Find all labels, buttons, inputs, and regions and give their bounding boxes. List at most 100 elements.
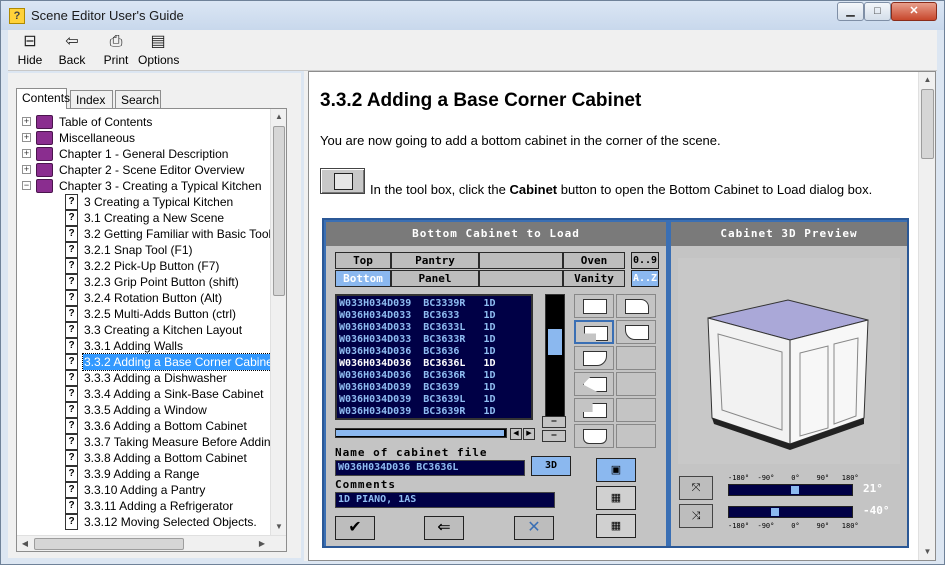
collapse-minus-icon[interactable]: −	[22, 181, 31, 190]
minimize-button[interactable]: ▁	[837, 2, 864, 21]
hide-button[interactable]: ⊟ Hide	[16, 33, 44, 67]
back-button[interactable]: ⇦ Back	[57, 33, 87, 67]
tree-item-label: 3.3.1 Adding Walls	[84, 339, 183, 353]
content-scroll-thumb[interactable]	[921, 89, 934, 159]
expand-plus-icon[interactable]: +	[22, 133, 31, 142]
scroll-up-arrow-icon[interactable]: ▲	[271, 109, 287, 125]
cabinet-list-row: W036H034D039 BC3639L 1D	[339, 394, 496, 405]
maximize-button[interactable]: □	[864, 2, 891, 21]
single-view-icon: ▣	[596, 458, 636, 482]
comments-label: Comments	[335, 478, 396, 491]
scroll-right-arrow-icon[interactable]: ▶	[254, 536, 270, 552]
tree-scroll-thumb[interactable]	[273, 126, 285, 296]
cabinet-list-row: W036H034D036 BC3636L 1D	[339, 358, 496, 369]
help-page-icon: ?	[65, 258, 78, 274]
category-vanity: Vanity	[563, 270, 625, 287]
book-icon	[36, 115, 53, 129]
tab-search[interactable]: Search	[115, 90, 161, 108]
cabinet-tool-image	[320, 168, 365, 194]
topic-content: 3.3.2 Adding a Base Corner Cabinet You a…	[308, 71, 936, 561]
expand-plus-icon[interactable]: +	[22, 165, 31, 174]
name-of-file-label: Name of cabinet file	[335, 446, 488, 459]
tree-item-label: 3.3.3 Adding a Dishwasher	[84, 371, 227, 385]
help-page-icon: ?	[65, 242, 78, 258]
tree-horizontal-scrollbar[interactable]: ◀ ▶	[17, 535, 286, 551]
help-page-icon: ?	[65, 482, 78, 498]
slider-ticks-top: -180° -90° 0° 90° 180°	[728, 474, 859, 482]
title-bar: ? Scene Editor User's Guide ▁ □ ✕	[1, 1, 944, 30]
expand-small-icon: ═	[542, 430, 566, 442]
printer-icon: ⎙	[109, 33, 123, 50]
cabinet-icon	[334, 173, 353, 190]
instruction-bold: Cabinet	[509, 182, 558, 197]
shape-glyph	[583, 351, 607, 366]
tree-hscroll-thumb[interactable]	[34, 538, 184, 550]
options-icon: ▤	[150, 33, 166, 50]
tab-contents[interactable]: Contents	[16, 88, 70, 109]
cabinet-list-row: W036H034D033 BC3633L 1D	[339, 322, 496, 333]
shape-square-icon	[574, 294, 614, 318]
cabinet-list-row: W036H034D033 BC3633 1D	[339, 310, 496, 321]
tree-list: + Table of Contents + Miscellaneous + Chapter…	[17, 114, 271, 534]
tree-item-label: 3.3 Creating a Kitchen Layout	[84, 323, 243, 337]
shape-glyph	[584, 326, 608, 341]
list-hscroll-fill	[336, 430, 504, 436]
preview-panel: Cabinet 3D Preview ⤧ ⤨ -180° -90° 0° 90°…	[671, 222, 907, 546]
scroll-left-arrow-icon[interactable]: ◀	[17, 536, 33, 552]
cabinet-load-panel: Bottom Cabinet to Load Top Pantry Oven B…	[326, 222, 666, 546]
category-top: Top	[335, 252, 391, 269]
shape-glyph	[583, 299, 607, 314]
help-page-icon: ?	[65, 306, 78, 322]
shape-l-icon	[574, 398, 614, 422]
tree-item-label: 3.3.9 Adding a Range	[84, 467, 200, 481]
shape-glyph	[583, 377, 607, 392]
options-button[interactable]: ▤ Options	[138, 33, 179, 67]
book-icon	[36, 147, 53, 161]
tree-item-label: 3.3.11 Adding a Refrigerator	[84, 499, 234, 513]
content-scroll-down-icon[interactable]: ▼	[919, 544, 935, 560]
dialog-screenshot: Bottom Cabinet to Load Top Pantry Oven B…	[322, 218, 909, 548]
toolbar: ⊟ Hide ⇦ Back ⎙ Print ▤ Options	[8, 30, 937, 71]
tree-item-label: 3.2.2 Pick-Up Button (F7)	[84, 259, 220, 273]
shape-blank-2	[616, 372, 656, 396]
double-view-icon: ▦	[596, 486, 636, 510]
rotate-horizontal-icon: ⤧	[679, 476, 713, 500]
expand-plus-icon[interactable]: +	[22, 117, 31, 126]
dialog-title: Bottom Cabinet to Load	[326, 222, 666, 246]
help-page-icon: ?	[65, 322, 78, 338]
tree-item-label: 3.3.4 Adding a Sink-Base Cabinet	[84, 387, 264, 401]
close-button[interactable]: ✕	[891, 2, 937, 21]
shape-curved-icon	[616, 320, 656, 344]
content-scroll-up-icon[interactable]: ▲	[919, 72, 935, 88]
tree-vertical-scrollbar[interactable]: ▲ ▼	[270, 109, 286, 535]
list-hscroll	[335, 428, 507, 438]
scroll-down-arrow-icon[interactable]: ▼	[271, 519, 287, 535]
shape-rounded-icon	[574, 424, 614, 448]
cabinet-list-row: W036H034D039 BC3639R 1D	[339, 406, 496, 417]
collapse-small-icon: ═	[542, 416, 566, 428]
help-page-icon: ?	[65, 338, 78, 354]
scroll-right-small-icon: ▶	[523, 428, 535, 440]
print-button[interactable]: ⎙ Print	[102, 33, 130, 67]
content-vertical-scrollbar[interactable]: ▲ ▼	[918, 72, 935, 560]
cabinet-3d-preview	[678, 258, 900, 464]
tab-index[interactable]: Index	[70, 90, 113, 108]
slider-knob-2	[771, 508, 779, 516]
cabinet-list-row: W036H034D033 BC3633R 1D	[339, 334, 496, 345]
view-3d-button: 3D	[531, 456, 571, 476]
tree-item-label: 3.2.1 Snap Tool (F1)	[84, 243, 193, 257]
tree-item-label: 3.3.2 Adding a Base Corner Cabinet	[81, 353, 271, 371]
tree-item-label: 3.3.7 Taking Measure Before Adding a	[84, 435, 271, 449]
instruction-paragraph: In the tool box, click the Cabinet butto…	[370, 182, 872, 197]
vertical-rotation-slider	[728, 506, 853, 518]
tree-item-label: 3.3.8 Adding a Bottom Cabinet	[84, 451, 247, 465]
expand-plus-icon[interactable]: +	[22, 149, 31, 158]
cancel-x-icon: ✕	[514, 516, 554, 540]
double-view-alt-icon: ▦	[596, 514, 636, 538]
tree-item-label: Chapter 2 - Scene Editor Overview	[59, 163, 245, 177]
tree-item-label: Chapter 1 - General Description	[59, 147, 229, 161]
category-panel: Panel	[391, 270, 479, 287]
comments-field: 1D PIANO, 1AS	[335, 492, 555, 508]
tree-item-label: 3 Creating a Typical Kitchen	[84, 195, 234, 209]
hide-label: Hide	[17, 53, 43, 67]
